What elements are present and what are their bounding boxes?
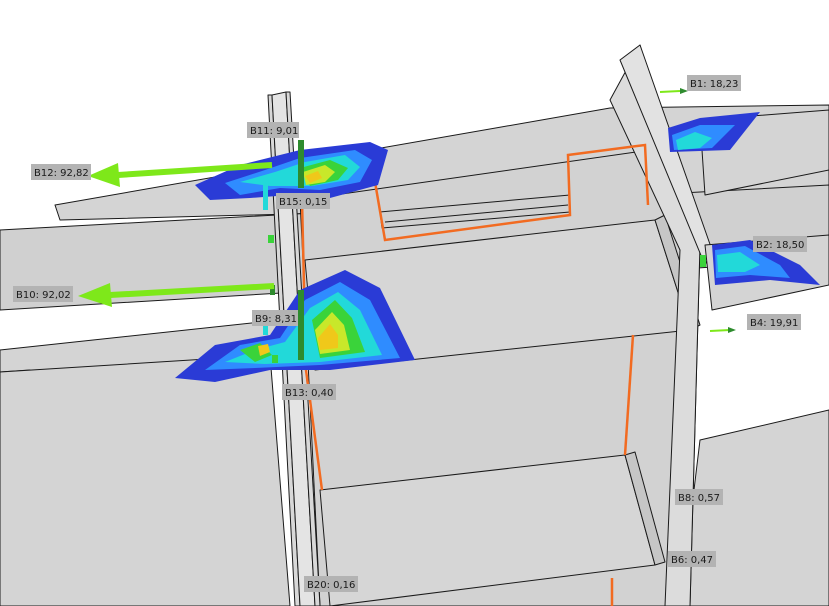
svg-text:B11: 9,01: B11: 9,01	[250, 126, 298, 137]
force-arrow-B4	[709, 327, 736, 333]
bolt-label-B1: B1: 18,23	[687, 75, 741, 91]
bolt-label-B11: B11: 9,01	[247, 122, 299, 138]
svg-text:B20: 0,16: B20: 0,16	[307, 580, 355, 591]
bolt-label-B12: B12: 92,82	[31, 164, 91, 180]
bolt-label-B9: B9: 8,31	[252, 310, 298, 326]
svg-text:B13: 0,40: B13: 0,40	[285, 388, 333, 399]
force-arrow-B1	[659, 88, 688, 94]
svg-text:B1: 18,23: B1: 18,23	[690, 79, 738, 90]
svg-text:B6: 0,47: B6: 0,47	[671, 555, 713, 566]
3d-model-viewport[interactable]: B1: 18,23 B2: 18,50 B4: 19,91 B6: 0,47 B…	[0, 0, 829, 606]
bolt-label-B2: B2: 18,50	[753, 236, 807, 252]
bolt-label-B20: B20: 0,16	[304, 576, 358, 592]
svg-text:B15: 0,15: B15: 0,15	[279, 197, 327, 208]
bolt-label-B4: B4: 19,91	[747, 314, 801, 330]
bolt-label-B6: B6: 0,47	[668, 551, 716, 567]
svg-text:B2: 18,50: B2: 18,50	[756, 240, 804, 251]
svg-text:B4: 19,91: B4: 19,91	[750, 318, 798, 329]
beam-lower-body-right	[679, 409, 829, 606]
svg-text:B8: 0,57: B8: 0,57	[678, 493, 720, 504]
bolt-label-B15: B15: 0,15	[276, 193, 330, 209]
connection-model: B1: 18,23 B2: 18,50 B4: 19,91 B6: 0,47 B…	[0, 44, 829, 606]
svg-text:B9: 8,31: B9: 8,31	[255, 314, 297, 325]
svg-text:B12: 92,82: B12: 92,82	[34, 168, 89, 179]
bolt-label-B10: B10: 92,02	[13, 286, 73, 302]
bolt-label-B8: B8: 0,57	[675, 489, 723, 505]
bolt-label-B13: B13: 0,40	[282, 384, 336, 400]
svg-text:B10: 92,02: B10: 92,02	[16, 290, 71, 301]
beam-lower-body	[0, 354, 291, 606]
